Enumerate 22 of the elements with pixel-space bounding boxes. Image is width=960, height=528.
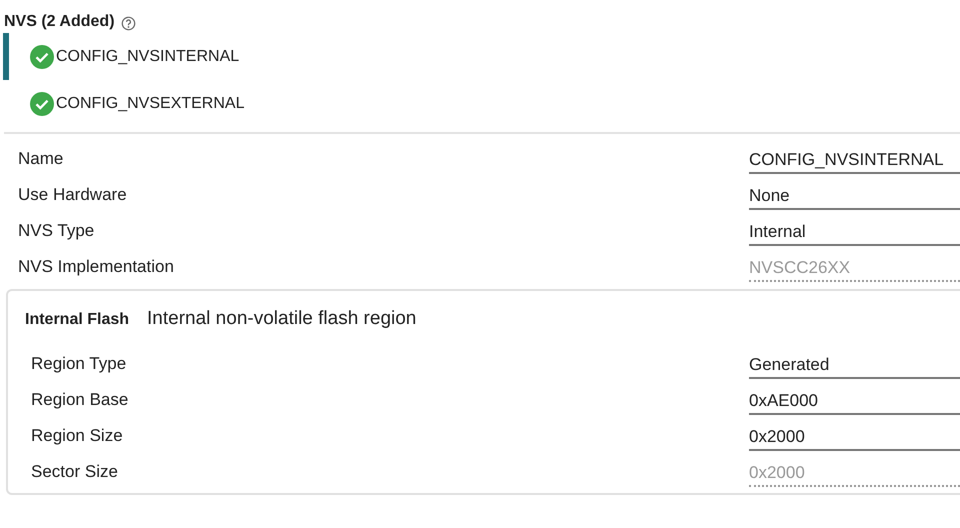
- group-title: Internal Flash: [25, 311, 130, 329]
- group-description: Internal non-volatile flash region: [147, 308, 416, 330]
- input-field: NVSCC26XX: [749, 252, 960, 282]
- input-field[interactable]: 0xAE000: [749, 385, 960, 415]
- input-field[interactable]: Generated: [749, 349, 960, 379]
- input-field[interactable]: CONFIG_NVSINTERNAL: [749, 144, 960, 174]
- help-icon[interactable]: [120, 16, 136, 30]
- input-field[interactable]: None: [749, 180, 960, 210]
- instance-item[interactable]: CONFIG_NVSEXTERNAL: [3, 80, 960, 127]
- section-title: NVS (2 Added): [4, 13, 115, 31]
- property-label: Region Size: [31, 425, 124, 447]
- property-label: Sector Size: [31, 461, 119, 483]
- input-field[interactable]: 0x2000: [749, 421, 960, 451]
- property-label: Use Hardware: [18, 184, 128, 206]
- property-label: NVS Implementation: [18, 256, 175, 278]
- property-label: Name: [18, 148, 64, 170]
- instance-item[interactable]: CONFIG_NVSINTERNAL: [3, 33, 960, 80]
- property-label: Region Base: [31, 389, 130, 411]
- property-label: Region Type: [31, 353, 128, 375]
- property-label: NVS Type: [18, 220, 96, 242]
- input-field: 0x2000: [749, 457, 960, 487]
- input-field[interactable]: Internal: [749, 216, 960, 246]
